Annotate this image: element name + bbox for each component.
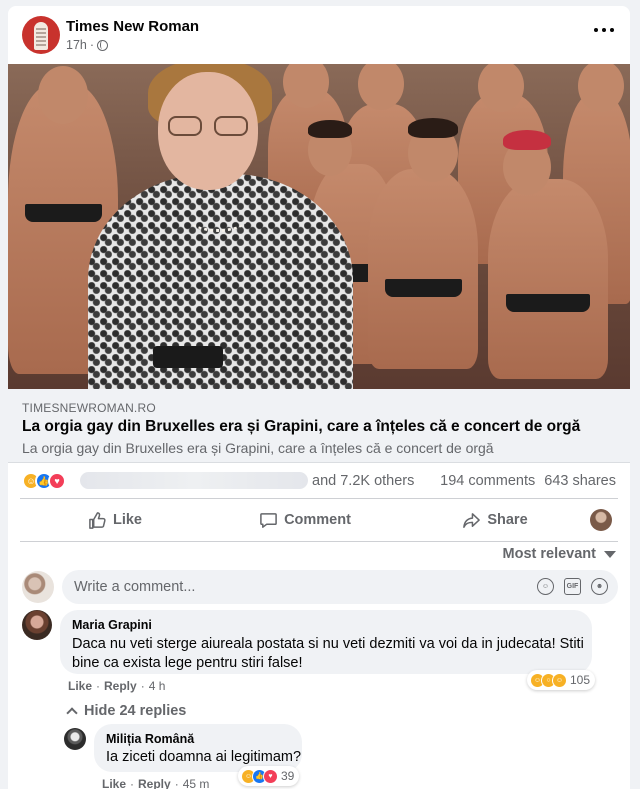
like-label: Like — [112, 512, 142, 528]
comment-reply-link[interactable]: Reply — [138, 777, 171, 789]
comment-author[interactable]: Maria Grapini — [72, 618, 152, 632]
globe-icon — [97, 39, 109, 51]
engagement-counts: 194 comments 643 shares — [440, 473, 616, 489]
composer-icons: ☺ GIF ☻ — [537, 578, 608, 595]
link-description: La orgia gay din Bruxelles era și Grapin… — [22, 440, 494, 456]
caret-down-icon — [604, 550, 616, 558]
comment-bubble: Maria Grapini Daca nu veti sterge aiurea… — [60, 610, 592, 674]
hide-replies-label: Hide 24 replies — [84, 703, 187, 719]
comment-text: Ia ziceti doamna ai legitimam? — [106, 749, 302, 765]
share-icon — [463, 512, 481, 528]
sticker-icon[interactable]: ☻ — [591, 578, 608, 595]
reaction-count: 105 — [570, 673, 591, 687]
comment-item: Maria Grapini Daca nu veti sterge aiurea… — [22, 610, 622, 694]
comment-label: Comment — [284, 512, 351, 528]
comment-placeholder: Write a comment... — [74, 579, 196, 595]
comment-composer: Write a comment... ☺ GIF ☻ — [22, 570, 618, 604]
post-header: Times New Roman 17h · — [8, 6, 630, 62]
comment-text: Daca nu veti sterge aiureala postata si … — [72, 636, 584, 671]
page-name[interactable]: Times New Roman — [66, 18, 199, 35]
comment-icon — [260, 512, 277, 528]
haha-reaction-icon: ☺ — [552, 672, 567, 688]
comment-reactions[interactable]: ☺ ○ ☺ 105 — [527, 670, 596, 690]
post-actions: Like Comment Share — [20, 498, 618, 542]
gif-icon[interactable]: GIF — [564, 578, 581, 595]
comment-sort-dropdown[interactable]: Most relevant — [503, 546, 616, 562]
hide-replies-button[interactable]: Hide 24 replies — [66, 703, 187, 719]
comment-time[interactable]: 45 m — [183, 777, 210, 789]
blurred-names — [80, 472, 308, 489]
reply-item: Miliția Română Ia ziceti doamna ai legit… — [64, 724, 324, 789]
user-avatar[interactable] — [22, 571, 54, 603]
post-stats: ☺ 👍 ♥ and 7.2K others 194 comments 643 s… — [8, 467, 630, 497]
comment-time[interactable]: 4 h — [149, 679, 166, 693]
share-button[interactable]: Share — [400, 502, 590, 538]
meta-separator: · — [130, 777, 135, 789]
comment-like-link[interactable]: Like — [102, 777, 126, 789]
share-label: Share — [487, 512, 528, 528]
love-reaction-icon: ♥ — [48, 472, 66, 490]
reaction-summary[interactable]: ☺ 👍 ♥ — [22, 472, 66, 490]
chevron-up-icon — [66, 707, 78, 719]
comment-reactions[interactable]: ☺ 👍 ♥ 39 — [238, 766, 300, 786]
share-count[interactable]: 643 shares — [544, 473, 616, 489]
emoji-icon[interactable]: ☺ — [537, 578, 554, 595]
page-avatar[interactable] — [22, 16, 60, 54]
comment-bubble: Miliția Română Ia ziceti doamna ai legit… — [94, 724, 302, 772]
post-meta: 17h · — [66, 38, 109, 52]
more-options-icon[interactable] — [594, 20, 614, 40]
comment-actions: Like · Reply · 45 m — [102, 777, 209, 789]
share-as-avatar[interactable] — [590, 509, 612, 531]
sort-label: Most relevant — [502, 546, 596, 562]
comment-author[interactable]: Miliția Română — [106, 732, 194, 746]
thumbs-up-icon — [89, 511, 106, 529]
meta-separator: · — [96, 679, 101, 693]
meta-separator: · — [140, 679, 145, 693]
link-domain: TIMESNEWROMAN.RO — [22, 401, 156, 415]
reaction-others[interactable]: and 7.2K others — [312, 473, 414, 489]
reaction-count: 39 — [281, 769, 295, 783]
comment-button[interactable]: Comment — [210, 502, 400, 538]
commenter-avatar[interactable] — [22, 610, 52, 640]
comment-count[interactable]: 194 comments — [440, 473, 535, 489]
love-reaction-icon: ♥ — [263, 768, 278, 784]
link-title[interactable]: La orgia gay din Bruxelles era și Grapin… — [22, 418, 580, 436]
like-button[interactable]: Like — [20, 502, 210, 538]
comment-reply-link[interactable]: Reply — [104, 679, 137, 693]
meta-separator: · — [174, 777, 179, 789]
link-preview[interactable]: TIMESNEWROMAN.RO La orgia gay din Bruxel… — [8, 389, 630, 463]
meta-separator: · — [89, 38, 95, 52]
post-time[interactable]: 17h — [66, 38, 87, 52]
comment-like-link[interactable]: Like — [68, 679, 92, 693]
post-card: Times New Roman 17h · TIMESNEWROMAN.RO L… — [8, 6, 630, 789]
comment-input[interactable]: Write a comment... ☺ GIF ☻ — [62, 570, 618, 604]
post-image[interactable] — [8, 64, 630, 389]
comment-actions: Like · Reply · 4 h — [68, 679, 165, 693]
commenter-avatar[interactable] — [64, 728, 86, 750]
